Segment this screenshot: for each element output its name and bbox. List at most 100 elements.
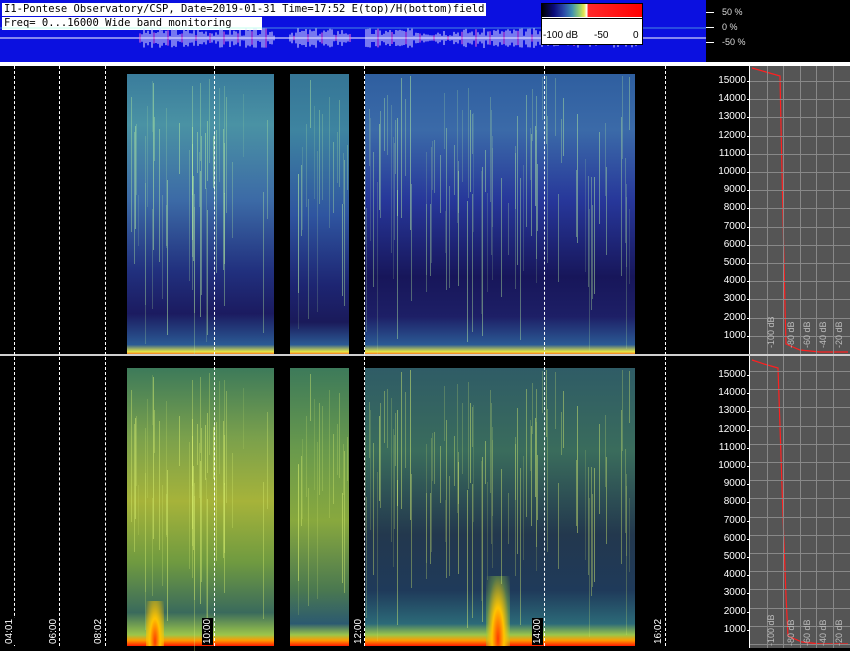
time-label: 10:00	[202, 617, 213, 645]
spectral-streak	[333, 434, 335, 504]
spectral-streak	[577, 406, 579, 533]
spectral-streak	[516, 408, 518, 554]
spectral-streak	[599, 423, 601, 514]
spectral-streak	[584, 449, 586, 561]
frequency-axis-top: 15000 14000 13000 12000 11000 10000 9000 8000 70…	[706, 66, 750, 354]
spectral-streak	[547, 115, 548, 264]
profile-grid-line	[767, 356, 768, 648]
spectral-streak	[397, 117, 399, 216]
profile-grid-line	[750, 153, 850, 155]
spectral-streak	[368, 109, 370, 166]
profile-grid-line	[750, 498, 850, 500]
spectral-streak	[456, 90, 458, 223]
profile-grid-line	[800, 66, 801, 354]
spectral-streak	[405, 98, 407, 176]
profile-db-label: -20 dB	[834, 619, 844, 646]
frequency-tick-label: 3000	[723, 293, 746, 305]
spectral-streak	[151, 81, 153, 132]
profile-grid-line	[816, 356, 817, 648]
header-title-line1: I1-Pontese Observatory/CSP, Date=2019-01…	[2, 3, 487, 16]
spectral-streak	[130, 390, 132, 522]
frequency-tick-label: 8000	[723, 496, 746, 508]
spectral-streak	[342, 204, 344, 296]
spectral-streak	[337, 131, 339, 184]
spectral-streak	[337, 423, 339, 475]
profile-db-label: -60 dB	[802, 619, 812, 646]
spectral-streak	[300, 164, 302, 237]
spectral-streak	[366, 208, 367, 333]
spectral-streak	[222, 128, 224, 271]
spectral-streak	[370, 117, 372, 241]
spectral-streak	[507, 203, 509, 256]
spectral-streak	[591, 494, 593, 587]
spectral-streak	[577, 113, 579, 244]
spectral-streak	[532, 89, 534, 142]
spectral-streak	[342, 493, 344, 583]
spectral-streak	[429, 204, 431, 277]
spectral-streak	[197, 423, 199, 465]
spectral-streak	[178, 415, 180, 466]
spectral-streak	[309, 373, 311, 422]
spectral-streak	[537, 164, 538, 231]
profile-db-label: -20 dB	[834, 321, 844, 348]
spectral-streak	[469, 402, 471, 483]
frequency-tick-label: 1000	[723, 329, 746, 341]
profile-grid-line	[816, 66, 817, 354]
spectral-streak	[469, 109, 471, 192]
spectral-streak	[158, 421, 160, 551]
spectral-streak	[392, 137, 394, 280]
frequency-tick-label: 5000	[723, 257, 746, 268]
spectral-streak	[376, 472, 378, 642]
spectral-streak	[462, 402, 464, 475]
spectral-streak	[344, 159, 346, 307]
spectral-streak	[225, 390, 227, 504]
profile-db-label: -100 dB	[766, 316, 776, 348]
profile-db-label: -60 dB	[802, 321, 812, 348]
spectral-streak	[136, 416, 138, 487]
spectral-streak	[313, 399, 315, 490]
spectral-streak	[444, 210, 446, 253]
spectral-streak	[154, 409, 156, 454]
profile-grid-line	[750, 99, 850, 101]
spectral-streak	[562, 97, 564, 156]
spectral-streak	[531, 426, 533, 526]
profile-grid-line	[783, 66, 784, 354]
spectral-streak	[152, 498, 153, 596]
profile-grid-line	[750, 516, 850, 518]
time-gridline	[364, 66, 365, 646]
spectral-streak	[514, 437, 516, 577]
spectral-streak	[541, 371, 543, 414]
spectral-streak	[204, 424, 206, 481]
spectral-streak	[626, 486, 628, 556]
spectral-streak	[188, 150, 190, 281]
spectral-streak	[628, 497, 630, 573]
frequency-tick-label: 10000	[718, 166, 746, 177]
frequency-tick-label: 15000	[718, 369, 746, 380]
spectral-streak	[207, 498, 209, 622]
spectral-streak	[321, 406, 323, 492]
spectral-streak	[380, 110, 382, 218]
spectral-streak	[232, 162, 234, 239]
spectral-streak	[152, 82, 154, 250]
spectral-streak	[486, 482, 488, 580]
spectral-streak	[204, 132, 206, 190]
spectral-streak	[605, 166, 607, 255]
spectral-streak	[328, 96, 330, 229]
spectral-streak	[626, 196, 628, 268]
spectral-streak	[520, 177, 522, 340]
spectral-streak	[429, 493, 431, 565]
time-label: 14:00	[532, 617, 543, 645]
profile-db-label: -40 dB	[818, 619, 828, 646]
spectral-streak	[541, 77, 543, 120]
frequency-tick-label: 9000	[723, 478, 746, 490]
spectral-streak	[516, 115, 518, 266]
spectral-streak	[300, 455, 302, 526]
spectral-streak	[152, 209, 153, 310]
spectral-streak	[594, 177, 596, 295]
spectral-streak	[134, 125, 136, 229]
spectral-streak	[532, 382, 534, 435]
frequency-tick-label: 9000	[723, 184, 746, 196]
frequency-tick-label: 11000	[718, 147, 746, 159]
frequency-tick-label: 13000	[718, 405, 746, 417]
spectral-streak	[599, 131, 601, 224]
